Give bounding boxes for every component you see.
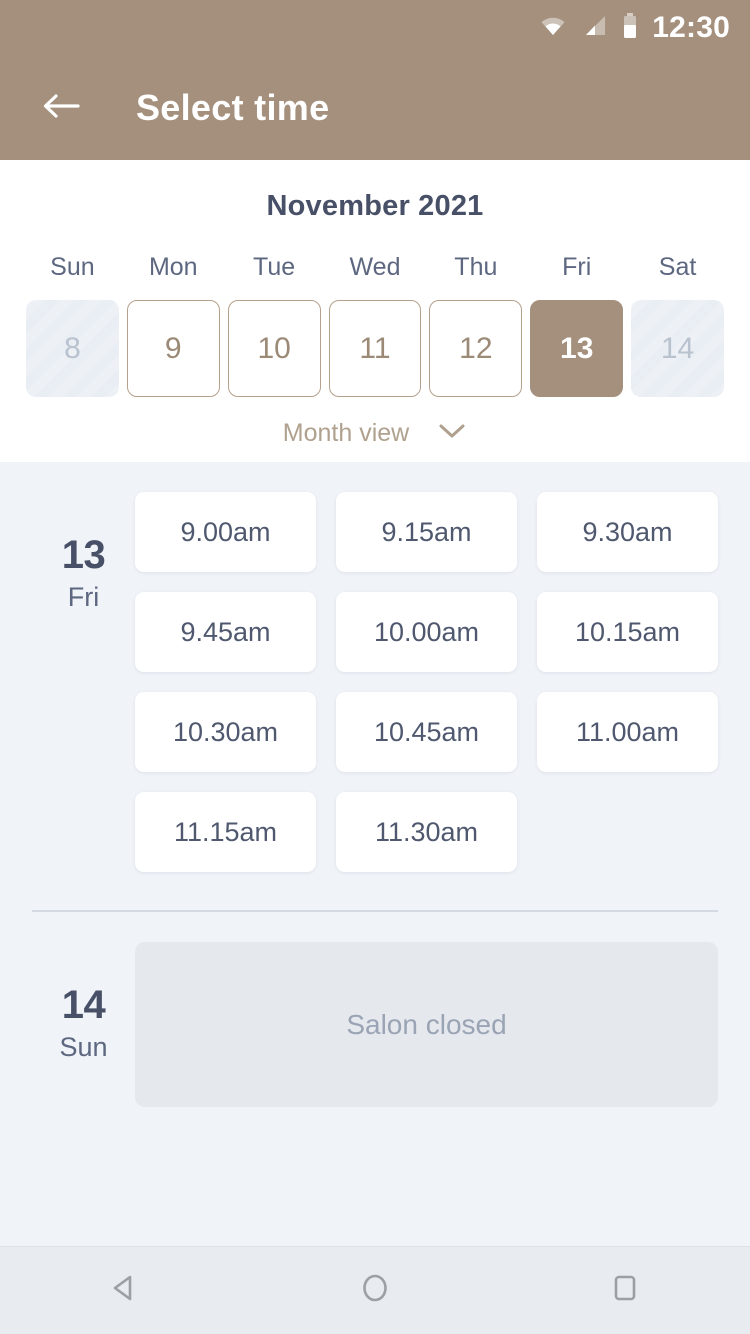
time-slot[interactable]: 11.30am [336, 792, 517, 872]
time-slot[interactable]: 9.30am [537, 492, 718, 572]
app-bar: Select time [0, 56, 750, 160]
time-slot[interactable]: 9.45am [135, 592, 316, 672]
status-bar: 12:30 [0, 0, 750, 56]
time-slot[interactable]: 11.00am [537, 692, 718, 772]
weekday-label: Sat [658, 253, 697, 281]
time-slot[interactable]: 11.15am [135, 792, 316, 872]
weekday-label: Thu [454, 253, 498, 281]
day-number: 14 [61, 983, 106, 1027]
salon-closed-label: Salon closed [346, 1008, 507, 1040]
weekday-label: Wed [349, 253, 401, 281]
chevron-down-icon [437, 422, 467, 445]
calendar-day-14: 14 [631, 300, 724, 397]
nav-recents-square-icon [606, 1269, 644, 1312]
time-slot[interactable]: 10.45am [336, 692, 517, 772]
cellular-signal-icon [582, 14, 608, 43]
calendar-day-12[interactable]: 12 [429, 300, 523, 397]
day-name: Fri [67, 582, 100, 612]
back-button[interactable] [34, 81, 88, 135]
nav-home-button[interactable] [315, 1247, 435, 1334]
calendar-day-10[interactable]: 10 [227, 300, 321, 397]
status-clock: 12:30 [652, 11, 730, 44]
time-slot[interactable]: 10.15am [537, 592, 718, 672]
arrow-left-icon [40, 90, 82, 127]
day-number: 13 [61, 533, 106, 577]
wifi-icon [538, 14, 568, 43]
day-name: Sun [59, 1032, 108, 1062]
day-group-14: 14 Sun Salon closed [0, 912, 750, 1107]
calendar-weekday-row: Sun Mon Tue Wed Thu Fri Sat [0, 253, 750, 282]
day-label-13: 13 Fri [32, 492, 135, 872]
time-slot[interactable]: 9.00am [135, 492, 316, 572]
schedule-area: 13 Fri 9.00am 9.15am 9.30am 9.45am 10.00… [0, 462, 750, 1246]
day-group-13: 13 Fri 9.00am 9.15am 9.30am 9.45am 10.00… [0, 462, 750, 872]
time-slot[interactable]: 9.15am [336, 492, 517, 572]
weekday-label: Fri [562, 253, 592, 281]
month-view-label: Month view [282, 419, 410, 447]
page-title: Select time [136, 87, 330, 128]
month-view-toggle[interactable]: Month view [0, 419, 750, 448]
nav-back-button[interactable] [65, 1247, 185, 1334]
calendar-panel: November 2021 Sun Mon Tue Wed Thu Fri Sa… [0, 160, 750, 462]
calendar-day-13[interactable]: 13 [530, 300, 624, 397]
calendar-day-8: 8 [26, 300, 119, 397]
salon-closed-panel: Salon closed [135, 942, 718, 1107]
day-label-14: 14 Sun [32, 942, 135, 1107]
nav-back-triangle-icon [106, 1269, 144, 1312]
time-slot-grid: 9.00am 9.15am 9.30am 9.45am 10.00am 10.1… [135, 492, 718, 872]
calendar-day-row: 8 9 10 11 12 13 14 [0, 300, 750, 397]
calendar-month-title: November 2021 [266, 190, 484, 222]
time-slot[interactable]: 10.30am [135, 692, 316, 772]
weekday-label: Mon [148, 253, 198, 281]
calendar-day-11[interactable]: 11 [328, 300, 422, 397]
time-slot-placeholder [537, 792, 718, 872]
nav-recents-button[interactable] [565, 1247, 685, 1334]
weekday-label: Sun [50, 253, 95, 281]
android-navigation-bar [0, 1246, 750, 1334]
time-slot[interactable]: 10.00am [336, 592, 517, 672]
app-screen: 12:30 Select time November 2021 Sun Mon … [0, 0, 750, 1334]
nav-home-circle-icon [356, 1269, 394, 1312]
weekday-label: Tue [253, 253, 296, 281]
calendar-day-9[interactable]: 9 [126, 300, 220, 397]
battery-icon [622, 12, 638, 44]
